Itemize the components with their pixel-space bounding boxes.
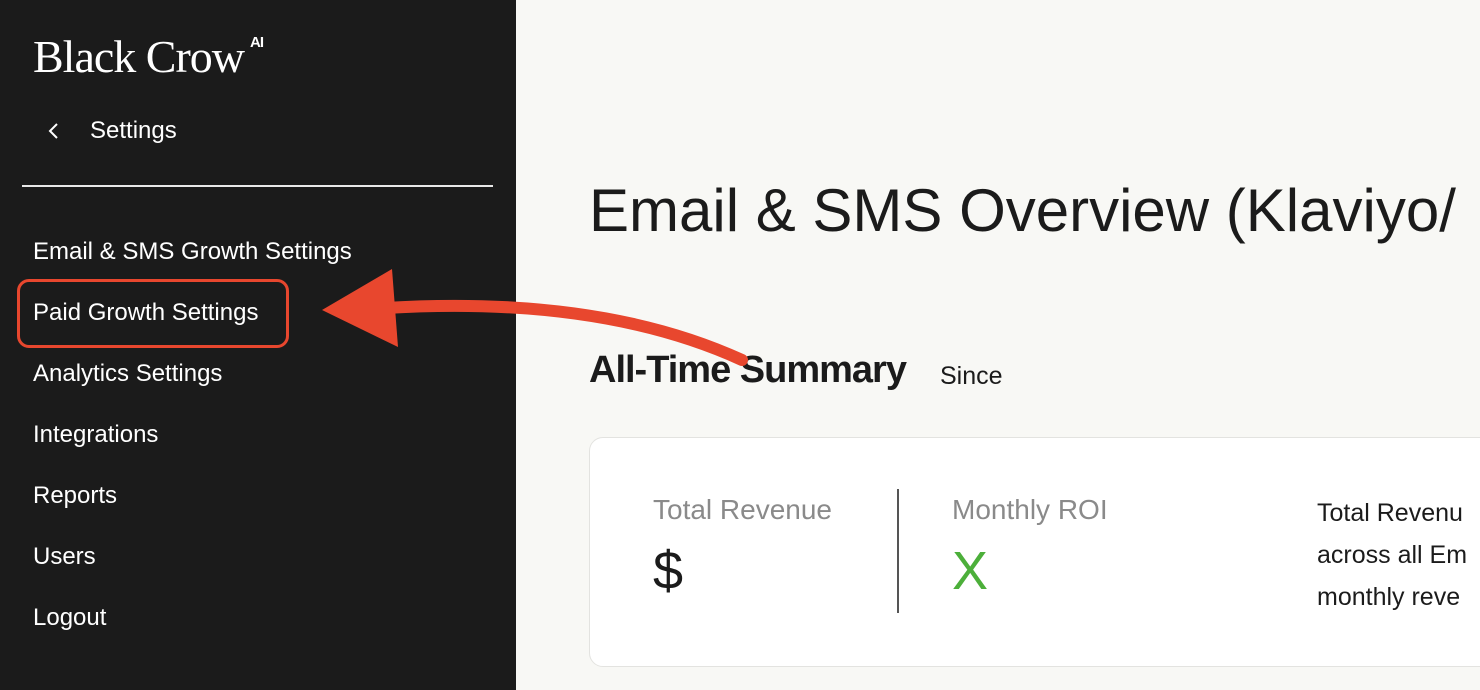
page-title: Email & SMS Overview (Klaviyo/: [589, 177, 1456, 244]
monthly-roi-label: Monthly ROI: [952, 494, 1108, 525]
description-line: Total Revenu: [1317, 499, 1463, 527]
sidebar-item-analytics-settings[interactable]: Analytics Settings: [33, 354, 352, 415]
brand-name: Black Crow: [33, 31, 245, 82]
brand-superscript: AI: [250, 34, 264, 51]
chevron-left-icon: [40, 117, 68, 145]
sidebar-item-users[interactable]: Users: [33, 537, 352, 598]
summary-description: Total Revenu across all Em monthly reve: [1317, 492, 1467, 618]
settings-back-button[interactable]: Settings: [40, 113, 177, 149]
sidebar-item-integrations[interactable]: Integrations: [33, 415, 352, 476]
summary-title: All-Time Summary: [589, 349, 907, 391]
app: Black Crow AI Settings Email & SMS Growth…: [0, 0, 1480, 690]
monthly-roi-value: X: [952, 541, 989, 601]
annotation-highlight-box: [17, 279, 289, 348]
description-line: across all Em: [1317, 541, 1468, 569]
total-revenue-value: $: [653, 541, 684, 601]
total-revenue-label: Total Revenue: [653, 494, 833, 525]
metric-divider: [897, 489, 899, 613]
description-line: monthly reve: [1317, 583, 1461, 611]
summary-card: Total Revenue $ Monthly ROI X Total Reve…: [589, 437, 1480, 667]
sidebar-item-logout[interactable]: Logout: [33, 598, 352, 659]
settings-back-label: Settings: [90, 117, 177, 144]
since-label: Since: [940, 362, 1003, 390]
brand-logo: Black Crow AI: [33, 30, 264, 83]
sidebar-divider: [22, 185, 493, 187]
main-content: Email & SMS Overview (Klaviyo/ All-Time …: [516, 0, 1480, 690]
sidebar-item-reports[interactable]: Reports: [33, 476, 352, 537]
sidebar: Black Crow AI Settings Email & SMS Growth…: [0, 0, 516, 690]
